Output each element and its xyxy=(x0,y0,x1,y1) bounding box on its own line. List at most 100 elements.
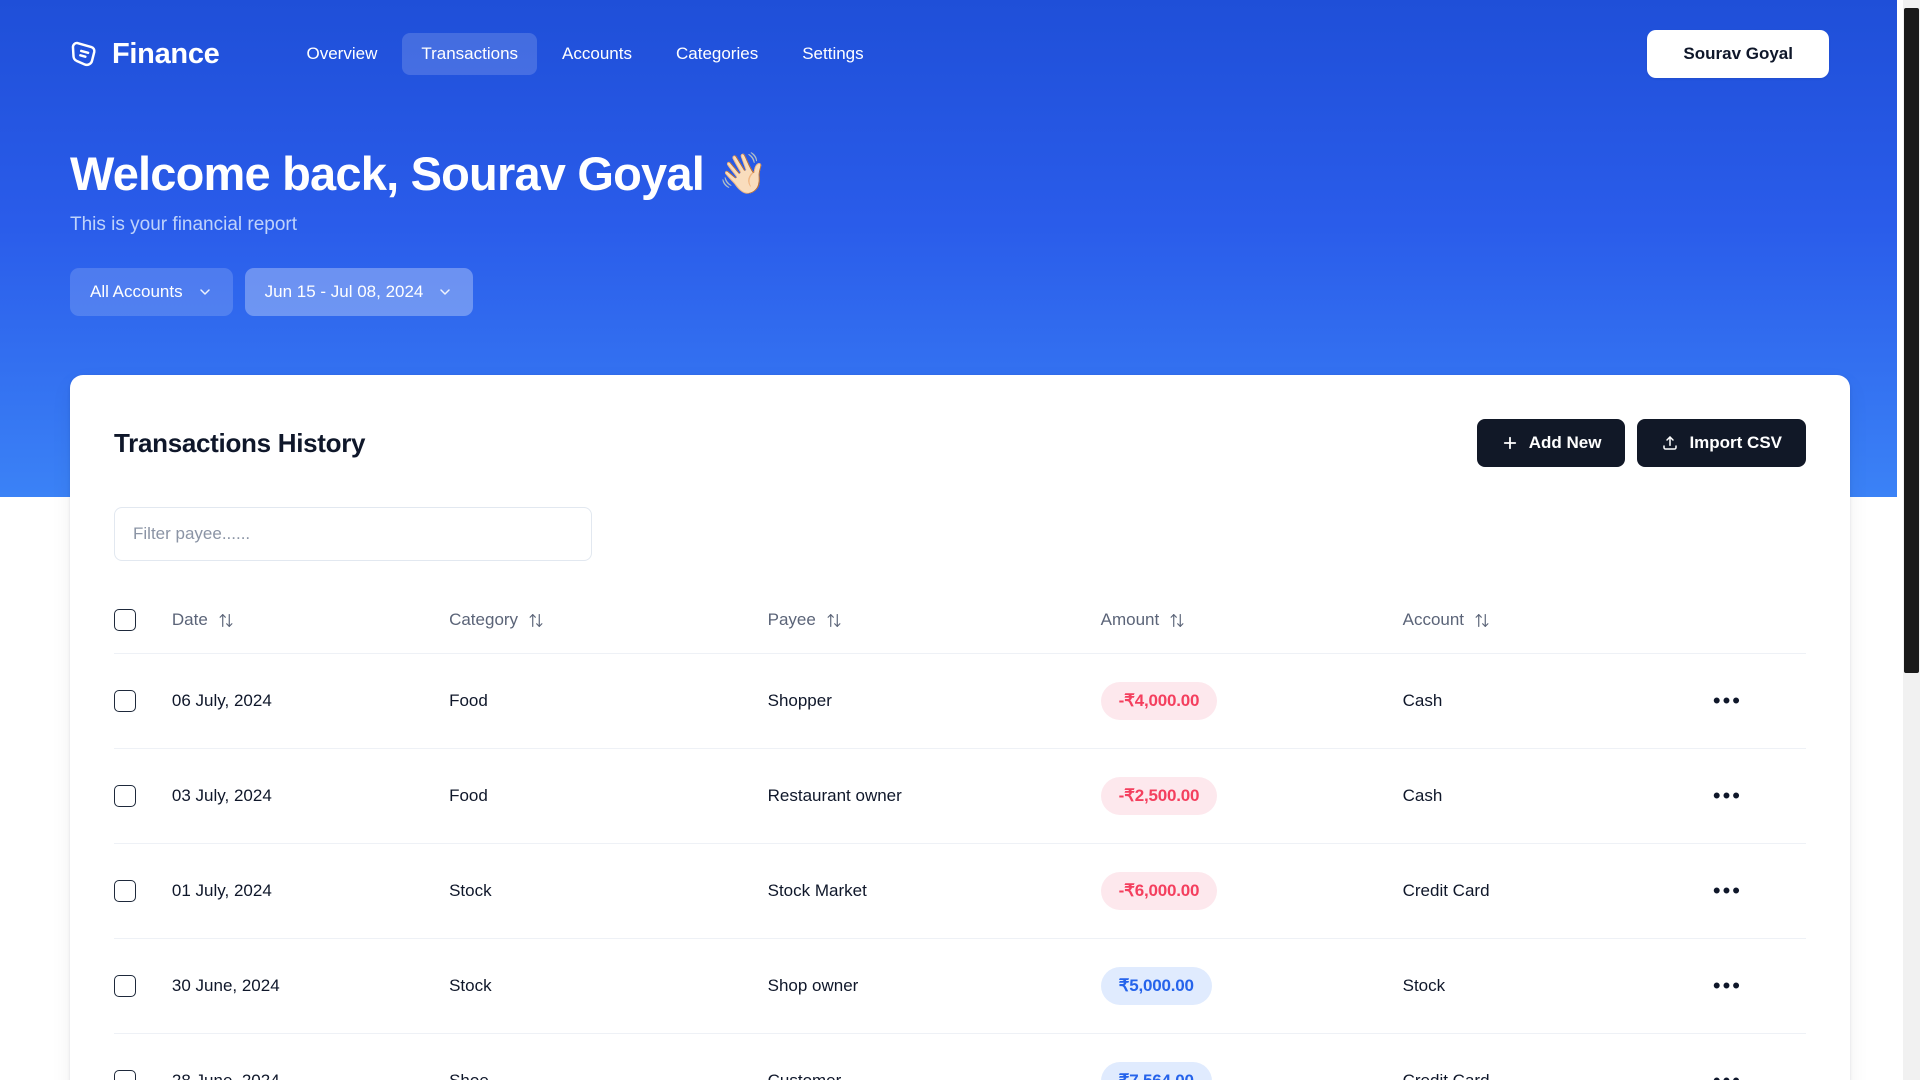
cell-actions: ••• xyxy=(1712,653,1806,749)
cell-actions: ••• xyxy=(1712,843,1806,939)
transactions-table: Date Category Payee Amount Account 06 Ju… xyxy=(114,587,1806,1080)
nav-link-settings[interactable]: Settings xyxy=(783,33,882,75)
account-filter-select[interactable]: All Accounts xyxy=(70,268,233,316)
cell-date: 01 July, 2024 xyxy=(171,843,450,939)
transactions-card: Transactions History Add New Import CSV xyxy=(70,375,1850,1080)
upload-icon xyxy=(1663,436,1678,450)
card-header: Transactions History Add New Import CSV xyxy=(70,375,1850,467)
brand-logo[interactable]: Finance xyxy=(68,38,220,71)
row-select-cell xyxy=(114,653,172,749)
chevron-down-icon xyxy=(440,289,451,295)
welcome-subtitle: This is your financial report xyxy=(70,213,298,235)
column-header-category[interactable]: Category xyxy=(449,587,768,654)
add-new-label: Add New xyxy=(1528,433,1602,452)
plus-icon xyxy=(1503,436,1516,450)
row-checkbox[interactable] xyxy=(114,690,136,712)
table-header: Date Category Payee Amount Account xyxy=(114,587,1806,654)
table-row[interactable]: 28 June, 2024ShoeCustomer₹7,564.00 Credit… xyxy=(114,1034,1806,1080)
ellipsis-icon[interactable]: ••• xyxy=(1713,783,1742,808)
column-label-category: Category xyxy=(449,610,519,629)
table-row[interactable]: 03 July, 2024 Food Restaurant owner -₹2,500… xyxy=(114,748,1806,844)
table-row[interactable]: 01 July, 2024 Stock Stock Market -₹6,000.00… xyxy=(114,843,1806,939)
ellipsis-icon[interactable]: ••• xyxy=(1713,1068,1742,1080)
date-range-label: Jun 15 - Jul 08, 2024 xyxy=(264,282,424,301)
cell-date: 30 June, 2024 xyxy=(171,938,450,1034)
add-new-button[interactable]: Add New xyxy=(1476,419,1626,467)
cell-amount: -₹2,500.00 xyxy=(1100,748,1403,844)
transactions-table-wrap: Date Category Payee Amount Account 06 Ju… xyxy=(70,561,1850,1080)
nav-link-categories[interactable]: Categories xyxy=(657,33,777,75)
user-account-button[interactable]: Sourav Goyal xyxy=(1647,30,1829,78)
row-checkbox[interactable] xyxy=(114,975,136,997)
app-root: Finance Overview Transactions Accounts C… xyxy=(0,0,1920,1080)
brand-name: Finance xyxy=(112,37,220,70)
column-header-amount[interactable]: Amount xyxy=(1100,587,1403,654)
amount-badge: ₹7,564.00 xyxy=(1100,1062,1212,1080)
page-scrollbar-track[interactable] xyxy=(1903,0,1920,1080)
amount-badge: ₹5,000.00 xyxy=(1100,967,1212,1005)
cell-account: Credit Card xyxy=(1402,843,1713,939)
column-label-account: Account xyxy=(1402,610,1465,629)
cell-category: Shoe xyxy=(449,1034,768,1080)
cell-payee: Customer xyxy=(768,1034,1101,1080)
column-header-date[interactable]: Date xyxy=(171,587,450,654)
cell-account: Cash xyxy=(1402,748,1713,844)
row-checkbox[interactable] xyxy=(114,880,136,902)
cell-account: Cash xyxy=(1402,653,1713,749)
column-header-actions xyxy=(1712,587,1806,654)
payee-filter-input[interactable] xyxy=(114,507,592,561)
nav-link-transactions[interactable]: Transactions xyxy=(402,33,538,75)
cell-actions: ••• xyxy=(1712,748,1806,844)
date-range-filter-select[interactable]: Jun 15 - Jul 08, 2024 xyxy=(244,268,474,316)
amount-badge: -₹6,000.00 xyxy=(1100,872,1218,910)
cell-category: Food xyxy=(449,653,768,749)
cell-date: 06 July, 2024 xyxy=(171,653,450,749)
cell-amount: -₹6,000.00 xyxy=(1100,843,1403,939)
ellipsis-icon[interactable]: ••• xyxy=(1713,973,1742,998)
sort-updown-icon xyxy=(1170,613,1184,627)
import-csv-label: Import CSV xyxy=(1689,433,1782,452)
cell-category: Food xyxy=(449,748,768,844)
nav-links: Overview Transactions Accounts Categorie… xyxy=(288,33,883,75)
row-checkbox[interactable] xyxy=(114,1070,136,1080)
receipt-logo-icon xyxy=(71,41,96,66)
welcome-greeting: Welcome back, Sourav Goyal xyxy=(70,147,705,200)
row-checkbox[interactable] xyxy=(114,785,136,807)
sort-updown-icon xyxy=(529,613,543,627)
column-header-payee[interactable]: Payee xyxy=(767,587,1101,654)
ellipsis-icon[interactable]: ••• xyxy=(1713,878,1742,903)
chevron-down-icon xyxy=(199,289,210,295)
cell-amount: ₹5,000.00 xyxy=(1100,938,1403,1034)
table-header-row: Date Category Payee Amount Account xyxy=(114,587,1806,654)
cell-payee: Shop owner xyxy=(767,938,1101,1034)
select-all-checkbox[interactable] xyxy=(114,609,136,631)
filter-row xyxy=(70,467,1850,561)
card-actions: Add New Import CSV xyxy=(1476,419,1806,467)
ellipsis-icon[interactable]: ••• xyxy=(1713,688,1742,713)
account-filter-label: All Accounts xyxy=(90,282,183,301)
row-select-cell xyxy=(114,1034,172,1080)
table-row[interactable]: 06 July, 2024 Food Shopper -₹4,000.00 Cash ••… xyxy=(114,653,1806,749)
nav-link-overview[interactable]: Overview xyxy=(288,33,397,75)
cell-amount: -₹4,000.00 xyxy=(1100,653,1403,749)
column-label-payee: Payee xyxy=(767,610,816,629)
card-title: Transactions History xyxy=(114,427,366,458)
page-scrollbar-thumb[interactable] xyxy=(1904,8,1919,673)
row-select-cell xyxy=(114,843,172,939)
sort-updown-icon xyxy=(1475,613,1489,627)
cell-account: Credit Card xyxy=(1403,1034,1713,1080)
row-select-cell xyxy=(114,938,172,1034)
waving-hand-icon: 👋🏻 xyxy=(718,151,768,196)
cell-payee: Shopper xyxy=(767,653,1101,749)
sort-updown-icon xyxy=(219,613,233,627)
import-csv-button[interactable]: Import CSV xyxy=(1637,419,1806,467)
nav-link-accounts[interactable]: Accounts xyxy=(543,33,651,75)
cell-date: 28 June, 2024 xyxy=(172,1034,449,1080)
cell-payee: Restaurant owner xyxy=(767,748,1101,844)
column-header-account[interactable]: Account xyxy=(1402,587,1713,654)
amount-badge: -₹2,500.00 xyxy=(1100,777,1218,815)
cell-category: Stock xyxy=(449,938,768,1034)
cell-account: Stock xyxy=(1402,938,1713,1034)
table-row[interactable]: 30 June, 2024 Stock Shop owner ₹5,000.00 Sto… xyxy=(114,938,1806,1034)
column-label-amount: Amount xyxy=(1100,610,1160,629)
